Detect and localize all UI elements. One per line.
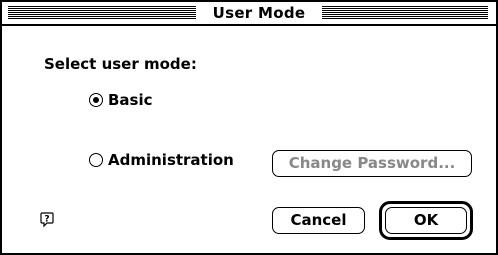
user-mode-dialog: User Mode Select user mode: Basic Admini… [0, 0, 498, 255]
change-password-button[interactable]: Change Password... [272, 150, 472, 177]
ok-button[interactable]: OK [385, 207, 467, 234]
help-balloon-icon[interactable]: ? [40, 212, 54, 228]
radio-administration-label[interactable]: Administration [108, 151, 234, 169]
radio-basic[interactable]: Basic [89, 91, 153, 109]
cancel-button[interactable]: Cancel [272, 207, 365, 234]
title-bar-stripes-right [322, 6, 488, 20]
title-bar-stripes-left [8, 6, 196, 20]
radio-button-unselected-icon[interactable] [89, 153, 103, 167]
svg-text:?: ? [44, 215, 49, 225]
select-mode-prompt: Select user mode: [44, 55, 197, 73]
radio-administration[interactable]: Administration [89, 151, 234, 169]
radio-button-selected-icon[interactable] [89, 93, 103, 107]
radio-basic-label[interactable]: Basic [108, 91, 153, 109]
title-bar[interactable]: User Mode [2, 2, 496, 26]
window-title: User Mode [196, 4, 322, 22]
